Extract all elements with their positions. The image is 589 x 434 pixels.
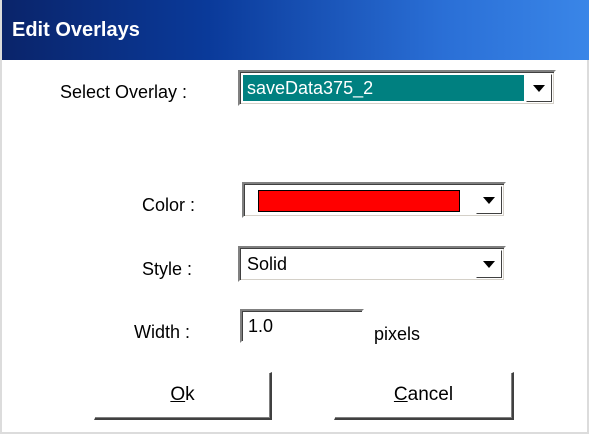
style-dropdown[interactable]: Solid [238,246,506,282]
cancel-label-rest: ancel [407,384,454,405]
style-dropdown-button[interactable] [476,250,502,278]
style-label: Style : [142,259,193,279]
select-overlay-dropdown[interactable]: saveData375_2 [238,70,556,106]
width-input[interactable] [240,309,364,343]
ok-button[interactable]: Ok [94,372,272,420]
window-title: Edit Overlays [12,19,140,41]
select-overlay-label: Select Overlay : [60,82,188,102]
color-dropdown[interactable] [242,182,506,218]
title-bar[interactable]: Edit Overlays [2,0,589,60]
ok-label-rest: k [185,384,195,405]
color-swatch [258,190,460,212]
chevron-down-icon [483,260,495,268]
ok-mnemonic: O [170,384,186,405]
chevron-down-icon [533,84,545,92]
color-dropdown-button[interactable] [476,186,502,214]
select-overlay-dropdown-button[interactable] [526,74,552,102]
edit-overlays-dialog: Edit Overlays Select Overlay : saveData3… [0,0,589,434]
width-unit-label: pixels [374,324,421,344]
cancel-button[interactable]: Cancel [334,372,514,420]
cancel-mnemonic: C [393,384,408,405]
width-label: Width : [134,322,191,342]
color-label: Color : [142,195,196,215]
select-overlay-value: saveData375_2 [243,75,524,101]
style-value: Solid [247,254,288,274]
chevron-down-icon [483,196,495,204]
